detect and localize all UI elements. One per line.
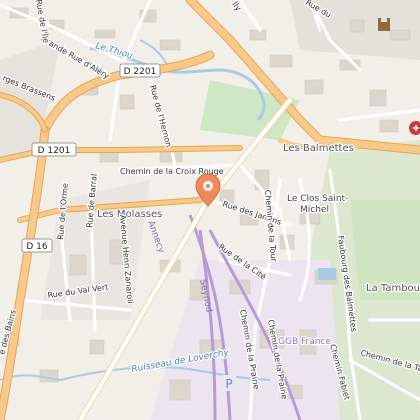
shield-d2201-label: D 2201 <box>124 67 157 77</box>
parking-icon[interactable]: P <box>222 375 236 391</box>
label-les-molasses: Les Molasses <box>97 209 162 220</box>
shield-d16[interactable]: D 16 <box>21 238 53 253</box>
label-la-tambour: La Tambou <box>366 283 420 294</box>
shield-d16-label: D 16 <box>26 242 48 252</box>
map-svg: P D 2201 D 1201 D 16 Grande Rue d'Aléry … <box>0 0 420 420</box>
label-les-balmettes: Les Balmettes <box>283 143 354 154</box>
map-canvas[interactable]: P D 2201 D 1201 D 16 Grande Rue d'Aléry … <box>0 0 420 420</box>
label-clos-saint-michel-1: Le Clos Saint- <box>287 194 348 204</box>
label-ggb-france: GGB France <box>278 337 331 347</box>
shield-d1201[interactable]: D 1201 <box>31 142 77 157</box>
shield-d1201-label: D 1201 <box>38 146 71 156</box>
label-clos-saint-michel-2: Michel <box>300 205 329 215</box>
parking-label: P <box>225 377 232 391</box>
shield-d2201[interactable]: D 2201 <box>119 63 161 78</box>
